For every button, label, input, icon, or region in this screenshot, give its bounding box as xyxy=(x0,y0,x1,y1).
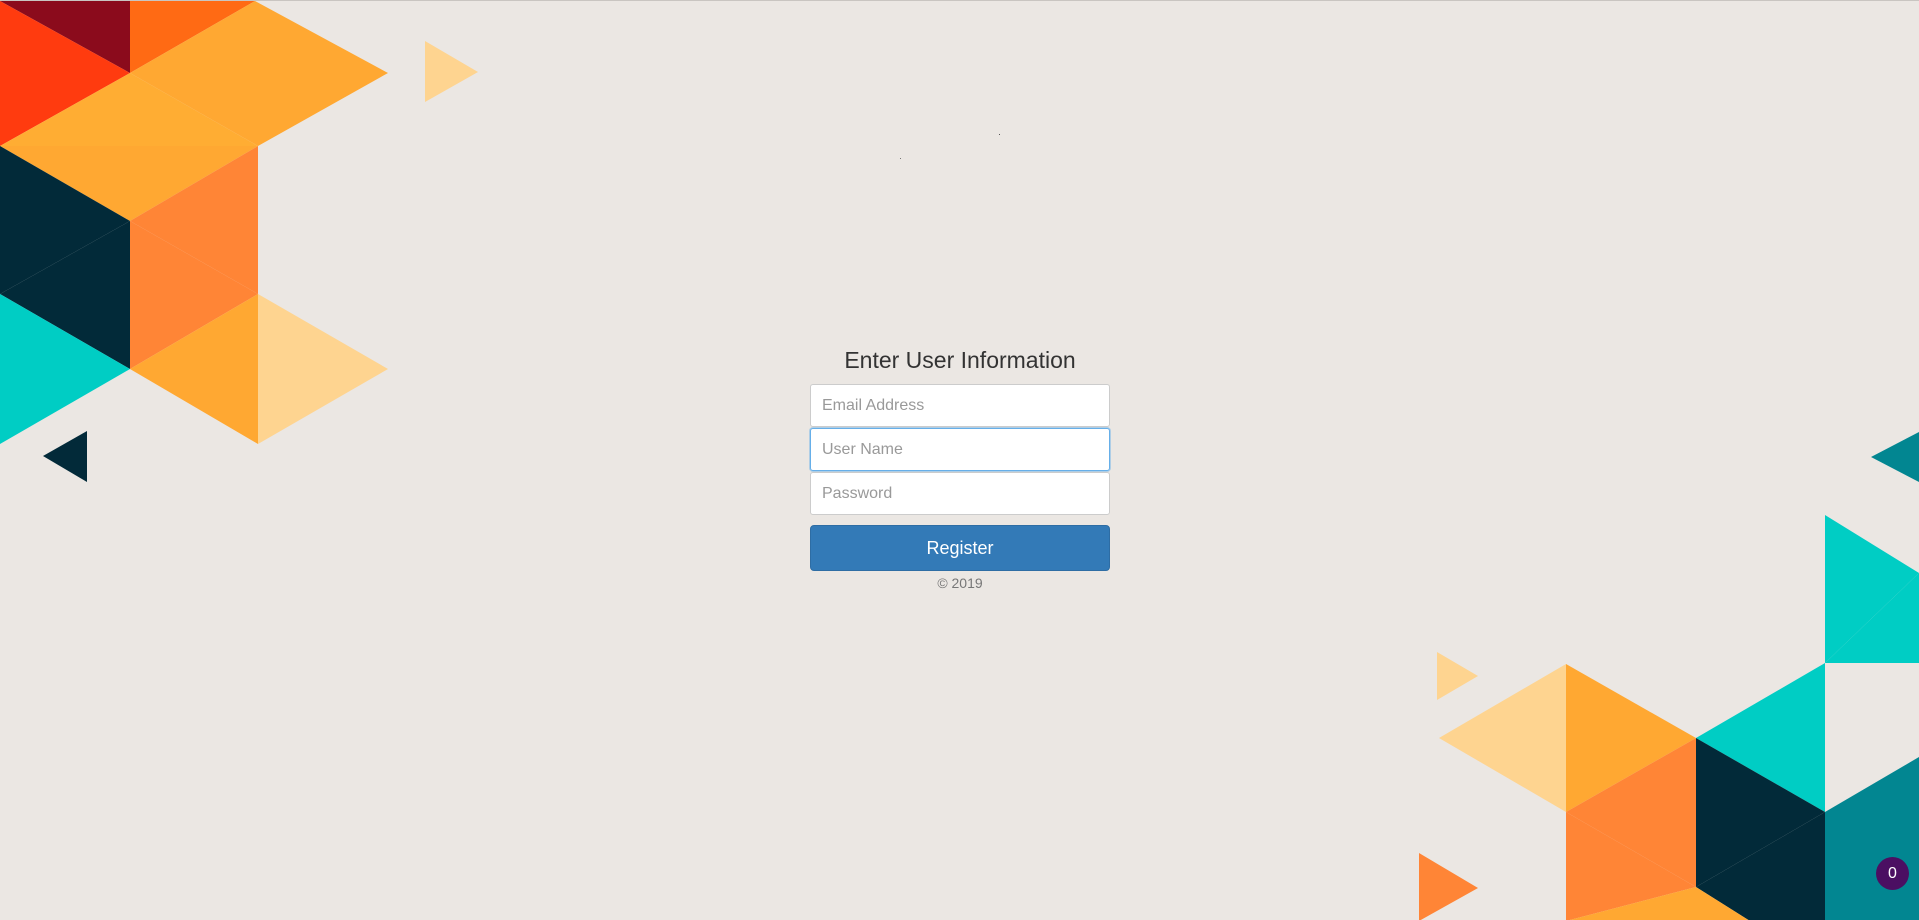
decor-triangle xyxy=(258,294,388,444)
username-field[interactable] xyxy=(810,428,1110,471)
decor-triangle xyxy=(1871,432,1919,482)
copyright-text: © 2019 xyxy=(937,575,983,591)
email-field[interactable] xyxy=(810,384,1110,427)
decor-triangle xyxy=(425,41,478,102)
registration-page: Enter User Information Register © 2019 0 xyxy=(0,0,1919,920)
password-field[interactable] xyxy=(810,472,1110,515)
decor-triangle xyxy=(1437,652,1478,700)
decor-speck xyxy=(999,134,1000,135)
register-button[interactable]: Register xyxy=(810,525,1110,571)
form-title: Enter User Information xyxy=(844,347,1076,373)
registration-form: Enter User Information Register © 2019 xyxy=(810,341,1110,591)
decor-speck xyxy=(900,158,901,159)
decor-triangle xyxy=(43,431,87,482)
decor-triangle xyxy=(1419,853,1478,920)
notification-badge[interactable]: 0 xyxy=(1876,857,1909,890)
